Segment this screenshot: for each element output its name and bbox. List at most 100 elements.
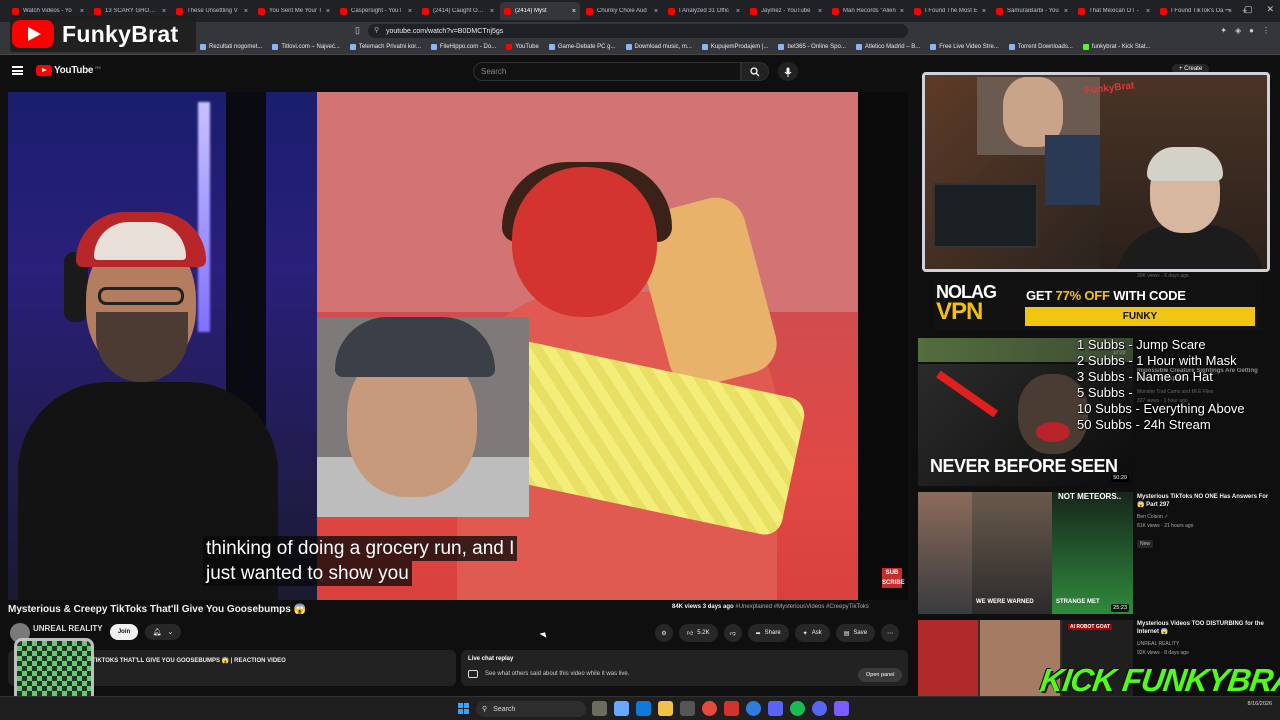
related-video-channel[interactable]: Ben Colson ✓ [1137,514,1272,521]
like-button[interactable]: 👍︎ 5.2K [679,624,718,642]
bookmark-item[interactable]: KupujemProdajem |... [701,44,768,50]
browser-tab[interactable]: SamuraiBarbi - You × [992,2,1072,20]
site-info-icon[interactable]: ⚲ [374,26,379,34]
bookmark-label: bet365 - Online Spo... [787,44,846,50]
browser-tab[interactable]: You Sent Me Your T × [254,2,334,20]
bookmark-item[interactable]: Telemach Privatni kor... [349,44,421,50]
browser-tab-active[interactable]: (2414) Myst × [500,2,580,20]
close-icon[interactable]: × [326,8,330,15]
bookmark-item[interactable]: FileHippo.com - Do... [430,44,496,50]
close-icon[interactable]: × [818,8,822,15]
youtube-logo[interactable]: YouTube RS [36,65,101,76]
menu-hamburger-icon[interactable] [12,66,23,75]
bookmark-item[interactable]: Titlovi.com – Najveć... [272,44,340,50]
close-icon[interactable]: × [1146,8,1150,15]
close-icon[interactable]: × [736,8,740,15]
notification-bell-button[interactable]: 🔔︎ ⌄ [145,624,181,640]
extension-icon[interactable]: ✦ [1220,26,1227,35]
close-icon[interactable]: × [80,8,84,15]
close-icon[interactable]: × [982,8,986,15]
widgets-icon[interactable] [592,701,607,716]
mouse-cursor-icon [539,630,549,638]
edge-icon[interactable] [636,701,651,716]
app-icon[interactable] [834,701,849,716]
address-bar[interactable]: ⚲ youtube.com/watch?v=B0DMCTnj5gs [368,24,908,38]
discord-icon[interactable] [812,701,827,716]
open-panel-button[interactable]: Open panel [858,668,903,682]
close-icon[interactable]: × [244,8,248,15]
copilot-icon[interactable] [614,701,629,716]
view-count: 84K views [672,604,702,610]
browser-tab[interactable]: That Mexican OT - × [1074,2,1154,20]
bookmark-label: Rezultati nogomet... [209,44,263,50]
browser-tab[interactable]: Man Records "Alien × [828,2,908,20]
browser-tab[interactable]: I Found The Most E × [910,2,990,20]
bookmark-item[interactable]: bet365 - Online Spo... [778,44,846,50]
thumbnail-panel [972,492,1052,614]
close-icon[interactable]: × [572,8,576,15]
thumbnail-text: NEVER BEFORE SEEN [930,456,1118,476]
subscribe-watermark[interactable]: SUB SCRIBE [882,568,905,588]
bookmark-item[interactable]: Download music, m... [625,44,692,50]
related-video-title[interactable]: Mysterious TikToks NO ONE Has Answers Fo… [1137,493,1272,509]
close-icon[interactable]: × [1064,8,1068,15]
dislike-button[interactable]: 👎︎ [723,624,742,642]
bookmark-item[interactable]: Free Live Video Stre... [930,44,999,50]
bookmark-item[interactable]: YouTube [506,44,539,50]
maximize-icon[interactable]: ▢ [1244,4,1253,15]
remix-icon: ⚙ [661,630,667,637]
share-button[interactable]: ➦ Share [747,624,789,642]
search-button[interactable] [741,62,769,81]
remix-button[interactable]: ⚙ [655,624,673,642]
channel-name[interactable]: UNREAL REALITY [33,624,103,633]
save-button[interactable]: ▤ Save [835,624,876,642]
minimize-icon[interactable]: – [1225,4,1230,15]
ask-button[interactable]: ✦ Ask [794,624,830,642]
bookmark-item[interactable]: funkybrat - Kick Stat... [1082,44,1151,50]
teams-icon[interactable] [768,701,783,716]
windows-start-icon[interactable] [458,703,469,714]
close-window-icon[interactable]: ✕ [1266,4,1274,15]
taskbar-search[interactable]: ⚲ Search [476,701,586,717]
close-icon[interactable]: × [654,8,658,15]
related-video-thumbnail[interactable]: NOT METEORS.. WE WERE WARNED STRANGE MET… [918,492,1133,614]
join-button[interactable]: Join [110,624,138,640]
file-explorer-icon[interactable] [658,701,673,716]
browser-tab[interactable]: Jaymez - YouTube × [746,2,826,20]
youtube-logo-text: YouTube [54,65,94,76]
menu-dots-icon[interactable]: ⋮ [1262,26,1270,35]
chrome-icon[interactable] [702,701,717,716]
bookmark-item[interactable]: Atletico Madrid – B... [855,44,920,50]
voice-search-button[interactable] [778,62,798,81]
caption-line: just wanted to show you [203,561,412,586]
profile-icon[interactable]: ● [1249,26,1254,35]
hashtags[interactable]: #Unexplained #MysteriousVideos #CreepyTi… [735,604,868,610]
browser-tab[interactable]: Chunky Choie Aud × [582,2,662,20]
more-actions-button[interactable]: ⋯ [881,624,900,642]
bookmark-item[interactable]: Rezultati nogomet... [200,44,262,50]
youtube-favicon-icon [1160,7,1167,15]
monitor-screen [933,183,1038,248]
close-icon[interactable]: × [408,8,412,15]
browser-tab[interactable]: (2414) Caught On C × [418,2,498,20]
video-player[interactable]: SUB SCRIBE thinking of doing a grocery r… [8,92,908,600]
browser-tab[interactable]: I Analyzed 31 Offic × [664,2,744,20]
bookmark-star-icon[interactable]: ▯ [355,25,360,36]
video-meta: 84K views 3 days ago #Unexplained #Myste… [672,604,869,610]
close-icon[interactable]: × [162,8,166,15]
system-clock[interactable]: 8/16/2026 [1248,701,1272,708]
brave-icon[interactable] [724,701,739,716]
browser-tab[interactable]: Caspersight - YouT × [336,2,416,20]
search-input[interactable]: Search [473,62,741,81]
app-icon[interactable] [746,701,761,716]
youtube-favicon-icon [996,7,1003,15]
related-video-title[interactable]: Mysterious Videos TOO DISTURBING for the… [1137,620,1272,636]
extension-icon[interactable]: ◈ [1235,26,1241,35]
bookmark-item[interactable]: Game-Debate PC g... [548,44,616,50]
spotify-icon[interactable] [790,701,805,716]
close-icon[interactable]: × [900,8,904,15]
store-icon[interactable] [680,701,695,716]
bookmark-item[interactable]: Torrent Downloads... [1008,44,1073,50]
related-video-channel[interactable]: UNREAL REALITY [1137,641,1272,648]
close-icon[interactable]: × [490,8,494,15]
